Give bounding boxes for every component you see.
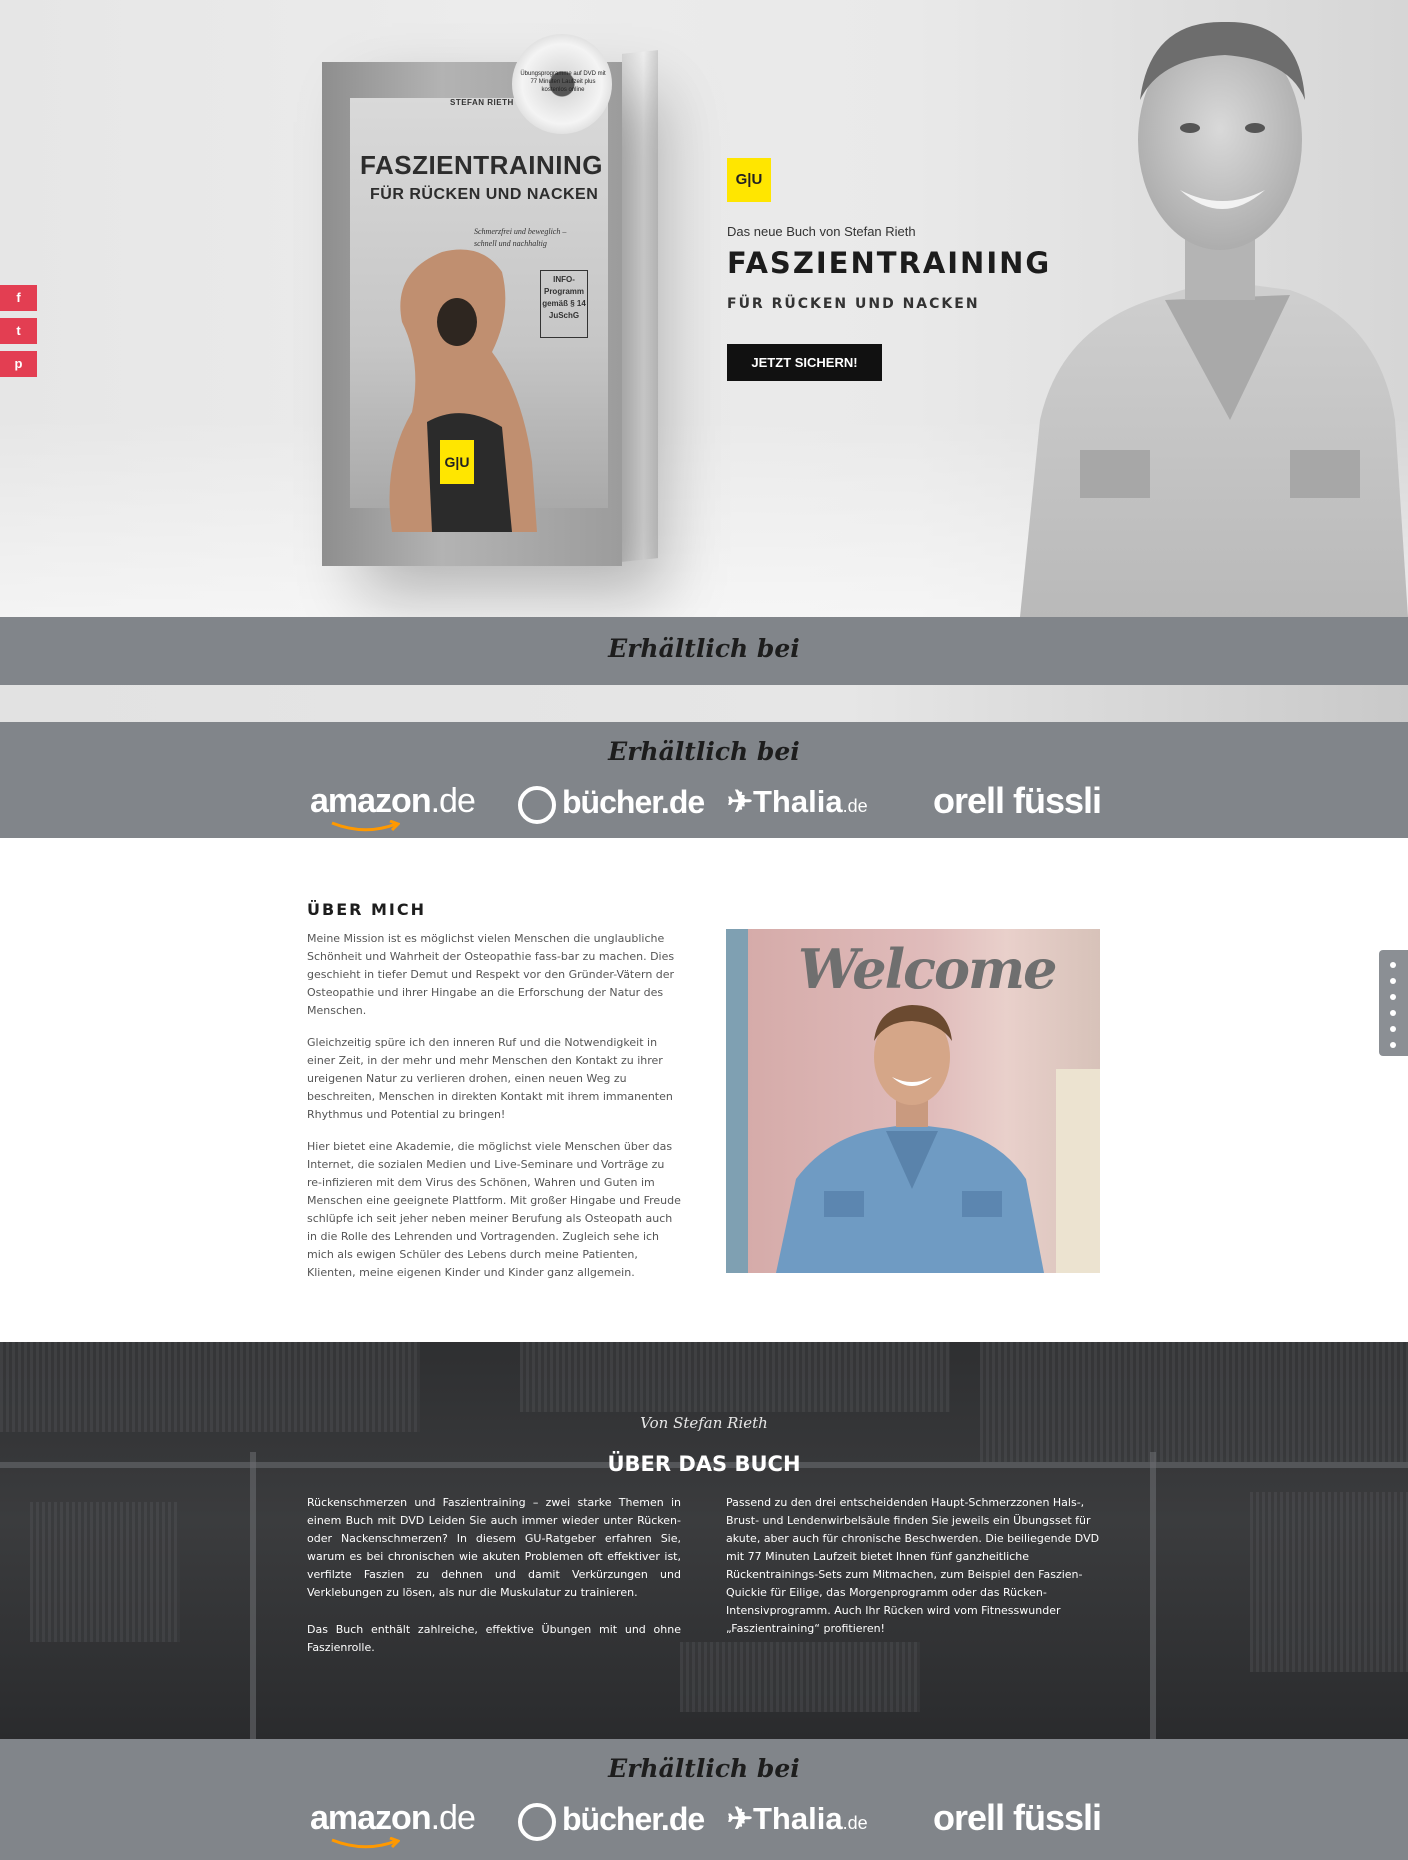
amazon-name: amazon	[310, 1799, 432, 1837]
hero-section: Übungsprogramme auf DVD mit 77 Minuten L…	[0, 0, 1408, 617]
facebook-share-button[interactable]: f	[0, 285, 37, 311]
orell-name: orell füssli	[933, 780, 1102, 821]
about-heading: ÜBER MICH	[307, 900, 427, 919]
hero-title: FASZIENTRAINING	[727, 246, 1052, 280]
book-cover-subtitle: FÜR RÜCKEN UND NACKEN	[370, 186, 599, 203]
section-dot-2[interactable]	[1390, 978, 1396, 984]
buecher-logo-icon	[518, 785, 556, 824]
twitter-share-button[interactable]: t	[0, 318, 37, 344]
amazon-suffix: .de	[430, 1799, 476, 1837]
thalia-name: Thalia	[752, 1801, 843, 1836]
amazon-link[interactable]: amazon.de	[310, 782, 476, 821]
hero-kicker: Das neue Buch von Stefan Rieth	[727, 224, 916, 239]
about-paragraph-2: Gleichzeitig spüre ich den inneren Ruf u…	[307, 1036, 673, 1121]
section-dot-4[interactable]	[1390, 1010, 1396, 1016]
library-shelf	[680, 1642, 920, 1712]
author-portrait-image	[1020, 21, 1408, 617]
book-cover-image: Übungsprogramme auf DVD mit 77 Minuten L…	[322, 34, 622, 566]
welcome-photo: Welcome	[726, 929, 1100, 1273]
amazon-link[interactable]: amazon.de	[310, 1799, 476, 1838]
buecher-link[interactable]: bücher.de	[518, 784, 705, 824]
thalia-suffix: .de	[842, 1813, 868, 1833]
shops-band-title: Erhältlich bei	[608, 737, 800, 766]
book-paragraph-right: Passend zu den drei entscheidenden Haupt…	[726, 1496, 1100, 1635]
twitter-icon: t	[16, 323, 21, 338]
about-paragraph-3: Hier bietet eine Akademie, die möglichst…	[307, 1140, 681, 1279]
thalia-bird-icon: ✈	[727, 784, 753, 819]
buecher-suffix: .de	[660, 784, 705, 820]
library-shelf	[980, 1342, 1408, 1462]
thalia-link[interactable]: ✈Thalia.de	[727, 1801, 868, 1837]
orell-name: orell füssli	[933, 1797, 1102, 1838]
facebook-icon: f	[16, 290, 21, 305]
section-dot-1[interactable]	[1390, 962, 1396, 968]
gu-logo: G|U	[727, 158, 771, 202]
buecher-name: bücher	[562, 1801, 662, 1837]
amazon-name: amazon	[310, 782, 432, 820]
book-paragraph-left-2: Das Buch enthält zahlreiche, effektive Ü…	[307, 1623, 681, 1654]
thalia-name: Thalia	[752, 784, 843, 819]
book-cover-figure	[389, 249, 537, 532]
library-shelf	[30, 1502, 180, 1642]
library-shelf	[1250, 1492, 1408, 1672]
book-section-kicker: Von Stefan Rieth	[640, 1414, 768, 1432]
book-spine	[622, 50, 658, 562]
hero-subtitle: FÜR RÜCKEN UND NACKEN	[727, 296, 980, 312]
amazon-suffix: .de	[430, 782, 476, 820]
book-cover-author: STEFAN RIETH	[450, 98, 514, 107]
thalia-link[interactable]: ✈Thalia.de	[727, 784, 868, 820]
author-photo-figure	[726, 929, 1100, 1273]
jetzt-sichern-button[interactable]: JETZT SICHERN!	[727, 344, 882, 381]
book-paragraph-left-1: Rückenschmerzen und Faszientraining – zw…	[307, 1496, 681, 1599]
book-dvd-text: Übungsprogramme auf DVD mit 77 Minuten L…	[520, 71, 606, 93]
buecher-name: bücher	[562, 784, 662, 820]
library-rail	[1150, 1452, 1156, 1739]
buecher-logo-icon	[518, 1802, 556, 1841]
library-rail	[250, 1452, 256, 1739]
book-cover-gu-logo: G|U	[440, 440, 474, 484]
shops-band-partial-title: Erhältlich bei	[608, 634, 800, 663]
section-dot-6[interactable]	[1390, 1042, 1396, 1048]
amazon-smile-icon	[331, 1837, 400, 1849]
book-cover-info-box: INFO-Programm gemäß § 14 JuSchG	[540, 270, 588, 338]
book-cover-title: FASZIENTRAINING	[360, 150, 603, 180]
section-dot-navigation	[1379, 950, 1408, 1056]
buecher-link[interactable]: bücher.de	[518, 1801, 705, 1841]
thalia-bird-icon: ✈	[727, 1801, 753, 1836]
buecher-suffix: .de	[660, 1801, 705, 1837]
section-dot-5[interactable]	[1390, 1026, 1396, 1032]
shops-band-partial: Erhältlich bei	[0, 617, 1408, 722]
about-paragraph-1: Meine Mission ist es möglichst vielen Me…	[307, 932, 675, 1017]
shops-band-title: Erhältlich bei	[608, 1754, 800, 1783]
section-dot-3[interactable]	[1390, 994, 1396, 1000]
shops-band-bottom: Erhältlich bei amazon.de bücher.de ✈Thal…	[0, 1739, 1408, 1860]
book-section-heading: ÜBER DAS BUCH	[607, 1452, 801, 1476]
shops-band-partial-bottom	[0, 685, 1408, 722]
amazon-smile-icon	[331, 820, 400, 832]
orell-fuessli-link[interactable]: orell füssli	[933, 780, 1102, 822]
about-book-section	[0, 1342, 1408, 1739]
pinterest-share-button[interactable]: p	[0, 351, 37, 377]
pinterest-icon: p	[14, 356, 23, 371]
shops-band-top: Erhältlich bei amazon.de bücher.de ✈Thal…	[0, 722, 1408, 838]
thalia-suffix: .de	[842, 796, 868, 816]
library-shelf	[520, 1342, 950, 1412]
book-cover-tagline: Schmerzfrei und beweglich – schnell und …	[474, 227, 567, 248]
orell-fuessli-link[interactable]: orell füssli	[933, 1797, 1102, 1839]
